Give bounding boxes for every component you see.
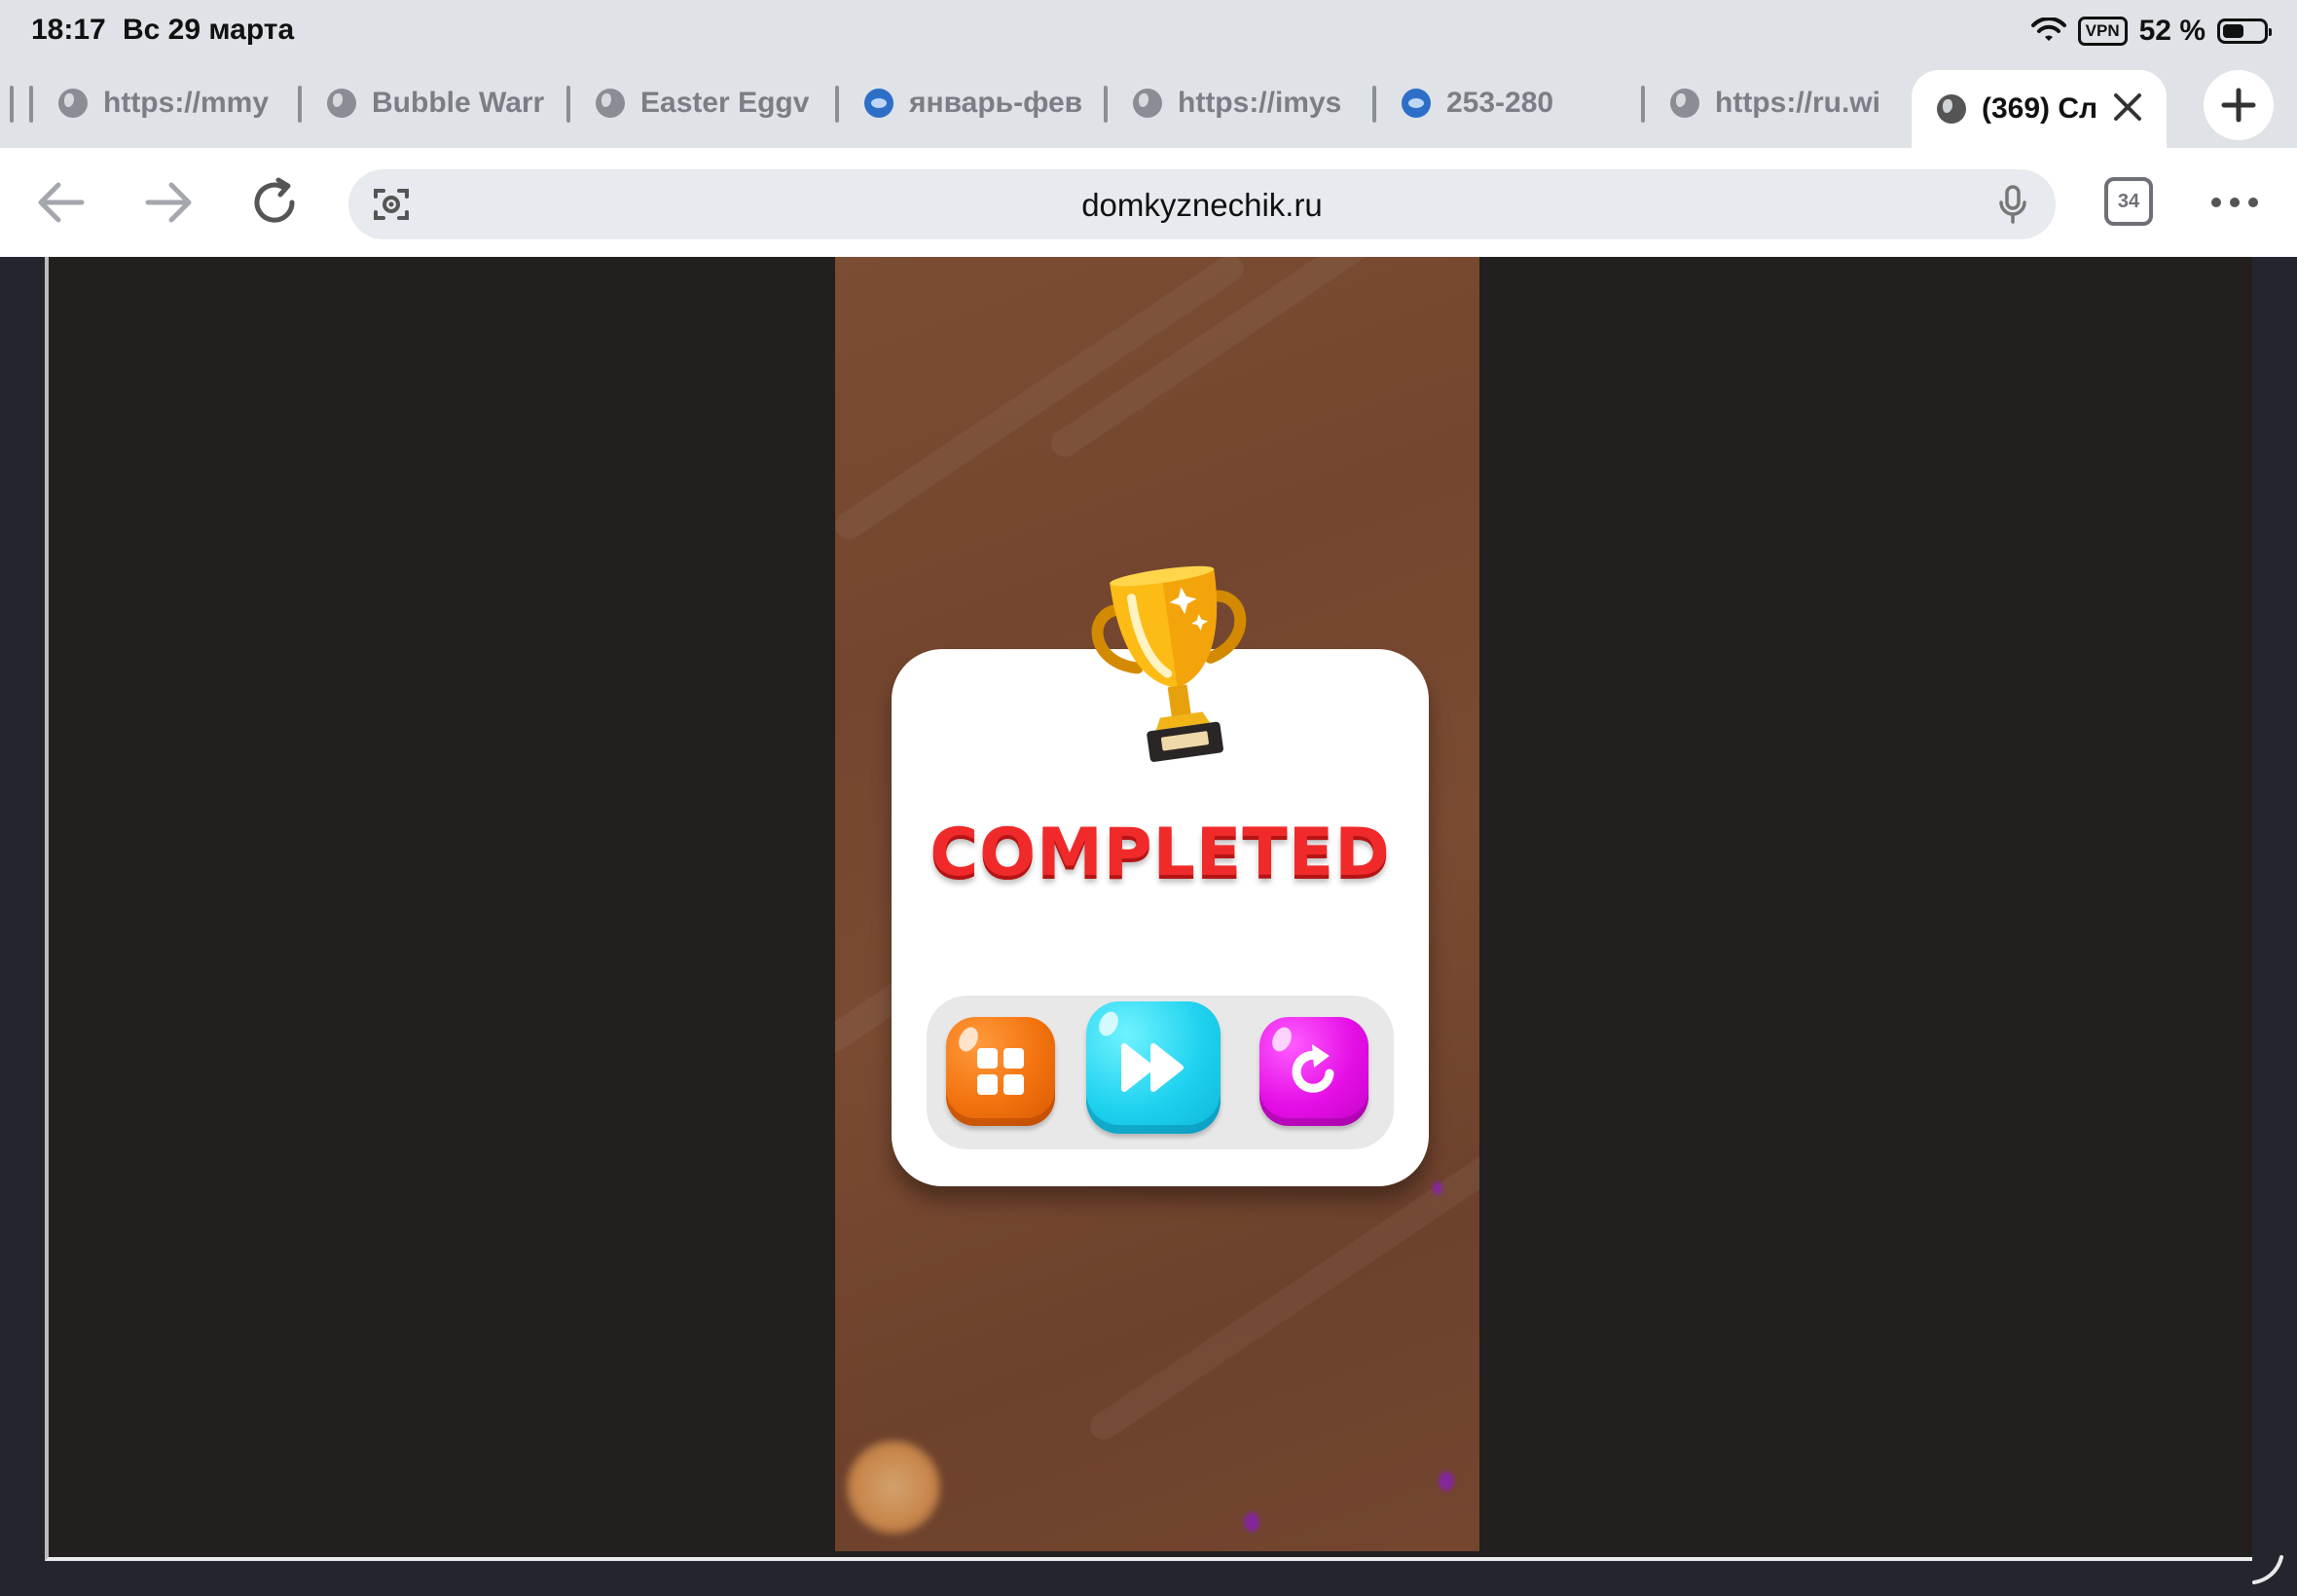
tab-label: 253-280	[1446, 87, 1554, 119]
battery-percent: 52 %	[2138, 15, 2206, 47]
restart-icon	[1292, 1044, 1334, 1093]
tab-separator	[1104, 86, 1108, 123]
tab-label: январь-фев	[909, 87, 1083, 119]
particle	[1433, 1181, 1442, 1195]
tab-separator	[29, 86, 33, 123]
tab-january-feb[interactable]: январь-фев	[845, 74, 1092, 132]
tab-separator	[298, 86, 302, 123]
tab-separator	[835, 86, 839, 123]
tab-label: https://mmy	[103, 87, 270, 119]
button-tray	[927, 996, 1394, 1149]
tab-label: Easter Eggv	[640, 87, 810, 119]
resize-handle-icon[interactable]	[2248, 1547, 2287, 1586]
game-frame: COMPLETED	[45, 257, 2252, 1561]
tab-active[interactable]: (369) Сл	[1912, 70, 2167, 148]
site-logo-icon	[1402, 89, 1431, 118]
arrow-left-icon	[38, 182, 85, 223]
web-page: COMPLETED	[0, 257, 2297, 1596]
levels-menu-button[interactable]	[946, 1017, 1055, 1126]
new-tab-button[interactable]	[2204, 70, 2274, 140]
tab-imys[interactable]: https://imys	[1113, 74, 1361, 132]
tab-separator	[10, 86, 14, 123]
reload-icon	[254, 177, 295, 223]
gloss-highlight	[1095, 1008, 1122, 1039]
tab-label: (369) Сл	[1982, 92, 2098, 125]
tab-label: Bubble Warr	[372, 87, 545, 119]
more-dots-icon	[2211, 198, 2258, 207]
status-bar: 18:17 Вс 29 марта VPN 52 %	[0, 0, 2297, 62]
tab-separator	[1372, 86, 1376, 123]
restart-button[interactable]	[1259, 1017, 1368, 1126]
battery-icon	[2217, 18, 2272, 44]
site-logo-icon	[864, 89, 893, 118]
status-indicators: VPN 52 %	[2030, 12, 2272, 51]
globe-icon	[1670, 89, 1699, 118]
globe-icon	[58, 89, 88, 118]
tab-strip: https://mmy Bubble Warr Easter Eggv янва…	[0, 62, 2297, 148]
address-bar[interactable]: domkyznechik.ru	[348, 169, 2056, 239]
tab-mmy[interactable]: https://mmy	[39, 74, 282, 132]
tab-count-button[interactable]: 34	[2104, 177, 2153, 226]
wifi-icon	[2030, 18, 2066, 41]
tab-easter-eggv[interactable]: Easter Eggv	[576, 74, 823, 132]
tab-ru-wiki[interactable]: https://ru.wi	[1651, 74, 1892, 132]
forward-button[interactable]	[144, 177, 195, 228]
browser-toolbar: domkyznechik.ru 34	[0, 148, 2297, 257]
avatar[interactable]	[847, 1440, 940, 1534]
tab-separator	[566, 86, 570, 123]
tab-label: https://imys	[1178, 87, 1342, 119]
grid-icon	[977, 1048, 1024, 1095]
battery-level	[2223, 24, 2243, 38]
back-button[interactable]	[35, 177, 86, 228]
vpn-badge: VPN	[2077, 17, 2128, 46]
close-icon[interactable]	[2108, 88, 2147, 127]
fast-forward-icon	[1121, 1043, 1184, 1092]
microphone-icon[interactable]	[1991, 183, 2034, 226]
particle	[1439, 1471, 1454, 1491]
wood-texture	[835, 257, 1250, 545]
completed-title: COMPLETED	[930, 815, 1391, 891]
game-canvas[interactable]: COMPLETED	[835, 257, 1479, 1551]
particle	[1244, 1512, 1259, 1532]
tab-253-280[interactable]: 253-280	[1382, 74, 1629, 132]
tab-bubble-warr[interactable]: Bubble Warr	[308, 74, 555, 132]
tab-separator	[1641, 86, 1645, 123]
status-time: 18:17	[31, 14, 106, 46]
more-menu-button[interactable]	[2206, 177, 2264, 228]
globe-icon	[1937, 94, 1966, 124]
url-text: domkyznechik.ru	[1081, 187, 1323, 223]
next-level-button[interactable]	[1086, 1001, 1221, 1134]
globe-icon	[596, 89, 625, 118]
globe-icon	[1133, 89, 1162, 118]
globe-icon	[327, 89, 356, 118]
status-date: Вс 29 марта	[123, 14, 295, 46]
plus-icon	[2221, 88, 2256, 123]
trophy-icon	[1091, 565, 1247, 762]
reload-button[interactable]	[249, 177, 300, 228]
tab-label: https://ru.wi	[1715, 87, 1880, 119]
arrow-right-icon	[145, 182, 192, 223]
